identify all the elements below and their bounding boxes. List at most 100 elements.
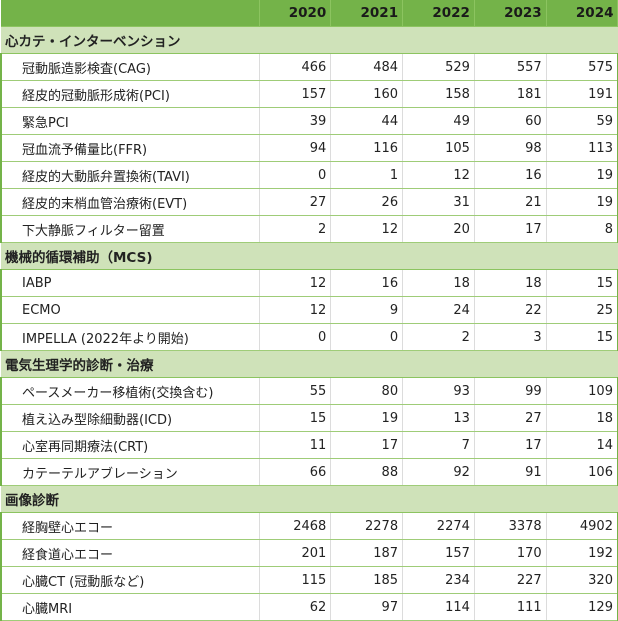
value-cell-2024: 575 bbox=[546, 53, 618, 81]
table-row: 冠動脈造影検査(CAG) 466 484 529 557 575 bbox=[0, 53, 618, 81]
value-cell-2020: 157 bbox=[259, 80, 332, 108]
row-label: 経皮的大動脈弁置換術(TAVI) bbox=[0, 161, 260, 189]
value-cell-2022: 92 bbox=[402, 458, 475, 486]
value-cell-2021: 80 bbox=[330, 377, 404, 405]
row-label: IMPELLA (2022年より開始) bbox=[0, 323, 260, 351]
procedures-table: 2020 2021 2022 2023 2024 心カテ・インターベンション 冠動脈造影検査… bbox=[0, 0, 618, 621]
row-label: カテーテルアブレーション bbox=[0, 458, 260, 486]
value-cell-2024: 19 bbox=[546, 161, 618, 189]
row-label: 心臓MRI bbox=[0, 593, 260, 621]
value-cell-2020: 12 bbox=[259, 269, 332, 297]
row-label: 経皮的末梢血管治療術(EVT) bbox=[0, 188, 260, 216]
value-cell-2021: 1 bbox=[330, 161, 404, 189]
value-cell-2020: 2468 bbox=[259, 512, 332, 540]
value-cell-2020: 27 bbox=[259, 188, 332, 216]
row-label: 下大静脈フィルター留置 bbox=[0, 215, 260, 243]
table-row: 緊急PCI 39 44 49 60 59 bbox=[0, 107, 618, 135]
value-cell-2020: 55 bbox=[259, 377, 332, 405]
year-header-2020: 2020 bbox=[259, 0, 332, 27]
value-cell-2020: 66 bbox=[259, 458, 332, 486]
value-cell-2021: 88 bbox=[330, 458, 404, 486]
header-row: 2020 2021 2022 2023 2024 bbox=[1, 0, 618, 27]
value-cell-2024: 8 bbox=[546, 215, 618, 243]
value-cell-2024: 15 bbox=[546, 323, 618, 351]
value-cell-2023: 60 bbox=[474, 107, 547, 135]
value-cell-2020: 2 bbox=[259, 215, 332, 243]
year-header-2024: 2024 bbox=[546, 0, 618, 27]
year-header-2021: 2021 bbox=[330, 0, 404, 27]
value-cell-2020: 466 bbox=[259, 53, 332, 81]
value-cell-2023: 3378 bbox=[474, 512, 547, 540]
value-cell-2021: 9 bbox=[330, 296, 404, 324]
value-cell-2023: 21 bbox=[474, 188, 547, 216]
value-cell-2024: 191 bbox=[546, 80, 618, 108]
value-cell-2023: 91 bbox=[474, 458, 547, 486]
table-body: 2020 2021 2022 2023 2024 心カテ・インターベンション 冠動脈造影検査… bbox=[0, 0, 618, 621]
value-cell-2022: 24 bbox=[402, 296, 475, 324]
value-cell-2022: 529 bbox=[402, 53, 475, 81]
value-cell-2024: 192 bbox=[546, 539, 618, 567]
table-row: ペースメーカー移植術(交換含む) 55 80 93 99 109 bbox=[0, 377, 618, 405]
value-cell-2023: 111 bbox=[474, 593, 547, 621]
value-cell-2023: 27 bbox=[474, 404, 547, 432]
value-cell-2021: 26 bbox=[330, 188, 404, 216]
value-cell-2024: 14 bbox=[546, 431, 618, 459]
value-cell-2023: 170 bbox=[474, 539, 547, 567]
table-row: 心臓CT (冠動脈など) 115 185 234 227 320 bbox=[0, 566, 618, 594]
section-header: 機械的循環補助（MCS) bbox=[1, 242, 618, 270]
section-header: 電気生理学的診断・治療 bbox=[1, 350, 618, 378]
row-label: 緊急PCI bbox=[0, 107, 260, 135]
value-cell-2020: 0 bbox=[259, 161, 332, 189]
table-row: IMPELLA (2022年より開始) 0 0 2 3 15 bbox=[0, 323, 618, 351]
value-cell-2022: 234 bbox=[402, 566, 475, 594]
table-row: 経皮的末梢血管治療術(EVT) 27 26 31 21 19 bbox=[0, 188, 618, 216]
value-cell-2023: 227 bbox=[474, 566, 547, 594]
value-cell-2020: 39 bbox=[259, 107, 332, 135]
value-cell-2023: 17 bbox=[474, 431, 547, 459]
value-cell-2023: 22 bbox=[474, 296, 547, 324]
row-label: 冠血流予備量比(FFR) bbox=[0, 134, 260, 162]
year-header-2023: 2023 bbox=[474, 0, 547, 27]
value-cell-2020: 0 bbox=[259, 323, 332, 351]
value-cell-2024: 19 bbox=[546, 188, 618, 216]
section-title: 画像診断 bbox=[1, 485, 618, 513]
value-cell-2022: 2 bbox=[402, 323, 475, 351]
value-cell-2020: 12 bbox=[259, 296, 332, 324]
value-cell-2024: 320 bbox=[546, 566, 618, 594]
table-row: ECMO 12 9 24 22 25 bbox=[0, 296, 618, 324]
value-cell-2021: 0 bbox=[330, 323, 404, 351]
value-cell-2021: 97 bbox=[330, 593, 404, 621]
value-cell-2022: 2274 bbox=[402, 512, 475, 540]
value-cell-2022: 7 bbox=[402, 431, 475, 459]
row-label: 植え込み型除細動器(ICD) bbox=[0, 404, 260, 432]
value-cell-2023: 98 bbox=[474, 134, 547, 162]
table-row: 心室再同期療法(CRT) 11 17 7 17 14 bbox=[0, 431, 618, 459]
table-row: 冠血流予備量比(FFR) 94 116 105 98 113 bbox=[0, 134, 618, 162]
value-cell-2022: 13 bbox=[402, 404, 475, 432]
value-cell-2024: 113 bbox=[546, 134, 618, 162]
row-label: 心室再同期療法(CRT) bbox=[0, 431, 260, 459]
section-title: 電気生理学的診断・治療 bbox=[1, 350, 618, 378]
value-cell-2023: 99 bbox=[474, 377, 547, 405]
value-cell-2022: 105 bbox=[402, 134, 475, 162]
value-cell-2021: 160 bbox=[330, 80, 404, 108]
value-cell-2021: 116 bbox=[330, 134, 404, 162]
row-label: 冠動脈造影検査(CAG) bbox=[0, 53, 260, 81]
row-label: IABP bbox=[0, 269, 260, 297]
value-cell-2024: 106 bbox=[546, 458, 618, 486]
value-cell-2024: 18 bbox=[546, 404, 618, 432]
value-cell-2020: 94 bbox=[259, 134, 332, 162]
value-cell-2024: 4902 bbox=[546, 512, 618, 540]
value-cell-2024: 129 bbox=[546, 593, 618, 621]
value-cell-2022: 157 bbox=[402, 539, 475, 567]
value-cell-2020: 62 bbox=[259, 593, 332, 621]
value-cell-2023: 557 bbox=[474, 53, 547, 81]
table-row: 経食道心エコー 201 187 157 170 192 bbox=[0, 539, 618, 567]
value-cell-2022: 158 bbox=[402, 80, 475, 108]
table-row: 植え込み型除細動器(ICD) 15 19 13 27 18 bbox=[0, 404, 618, 432]
row-label: ペースメーカー移植術(交換含む) bbox=[0, 377, 260, 405]
table-row: 経皮的大動脈弁置換術(TAVI) 0 1 12 16 19 bbox=[0, 161, 618, 189]
value-cell-2022: 93 bbox=[402, 377, 475, 405]
value-cell-2020: 11 bbox=[259, 431, 332, 459]
value-cell-2022: 114 bbox=[402, 593, 475, 621]
